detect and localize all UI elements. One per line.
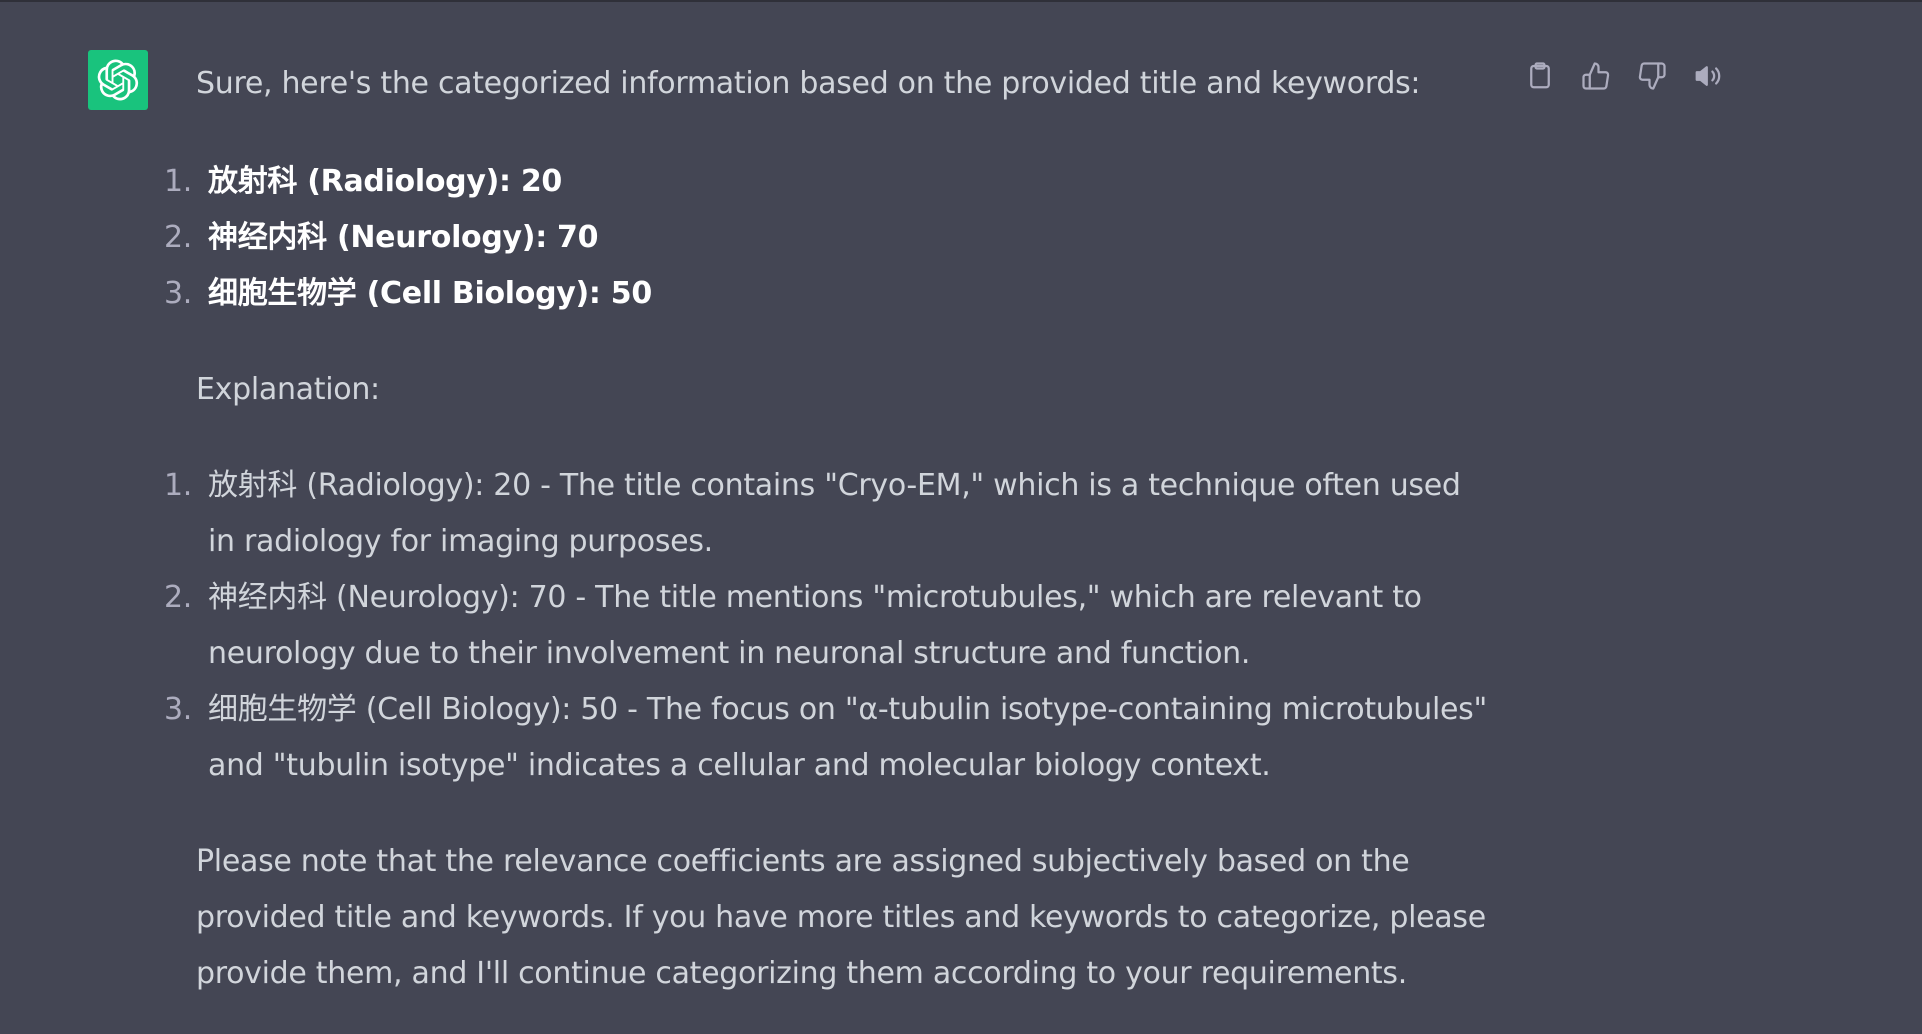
assistant-message: Sure, here's the categorized information… bbox=[164, 56, 1496, 1002]
explanation-text: 细胞生物学 (Cell Biology): 50 - The focus on … bbox=[208, 692, 1487, 783]
explanation-text: 放射科 (Radiology): 20 - The title contains… bbox=[208, 468, 1461, 559]
list-number: 3. bbox=[163, 692, 192, 727]
speaker-icon bbox=[1695, 66, 1721, 86]
category-text: 神经内科 (Neurology): 70 bbox=[208, 220, 599, 255]
list-number: 2. bbox=[163, 220, 192, 255]
category-item: 3. 细胞生物学 (Cell Biology): 50 bbox=[164, 266, 1496, 322]
message-actions bbox=[1520, 54, 1728, 98]
thumbs-down-icon bbox=[1638, 62, 1666, 90]
closing-note: Please note that the relevance coefficie… bbox=[196, 844, 1486, 991]
explanation-item: 2. 神经内科 (Neurology): 70 - The title ment… bbox=[164, 570, 1496, 682]
list-number: 3. bbox=[163, 276, 192, 311]
list-number: 2. bbox=[163, 580, 192, 615]
message-intro: Sure, here's the categorized information… bbox=[196, 66, 1421, 101]
explanation-heading: Explanation: bbox=[196, 372, 380, 407]
explanation-list: 1. 放射科 (Radiology): 20 - The title conta… bbox=[164, 458, 1496, 794]
chat-response: Sure, here's the categorized information… bbox=[0, 0, 1922, 1034]
assistant-avatar bbox=[88, 50, 148, 110]
openai-logo-icon bbox=[97, 59, 139, 101]
category-text: 放射科 (Radiology): 20 bbox=[208, 164, 562, 199]
clipboard-icon bbox=[1530, 62, 1550, 89]
list-number: 1. bbox=[163, 468, 192, 503]
category-item: 2. 神经内科 (Neurology): 70 bbox=[164, 210, 1496, 266]
thumbs-down-button[interactable] bbox=[1632, 54, 1672, 98]
explanation-item: 1. 放射科 (Radiology): 20 - The title conta… bbox=[164, 458, 1496, 570]
read-aloud-button[interactable] bbox=[1688, 54, 1728, 98]
category-list: 1. 放射科 (Radiology): 20 2. 神经内科 (Neurolog… bbox=[164, 154, 1496, 322]
explanation-text: 神经内科 (Neurology): 70 - The title mention… bbox=[208, 580, 1422, 671]
category-text: 细胞生物学 (Cell Biology): 50 bbox=[208, 276, 652, 311]
thumbs-up-icon bbox=[1582, 62, 1610, 90]
explanation-item: 3. 细胞生物学 (Cell Biology): 50 - The focus … bbox=[164, 682, 1496, 794]
list-number: 1. bbox=[163, 164, 192, 199]
category-item: 1. 放射科 (Radiology): 20 bbox=[164, 154, 1496, 210]
copy-button[interactable] bbox=[1520, 54, 1560, 98]
thumbs-up-button[interactable] bbox=[1576, 54, 1616, 98]
